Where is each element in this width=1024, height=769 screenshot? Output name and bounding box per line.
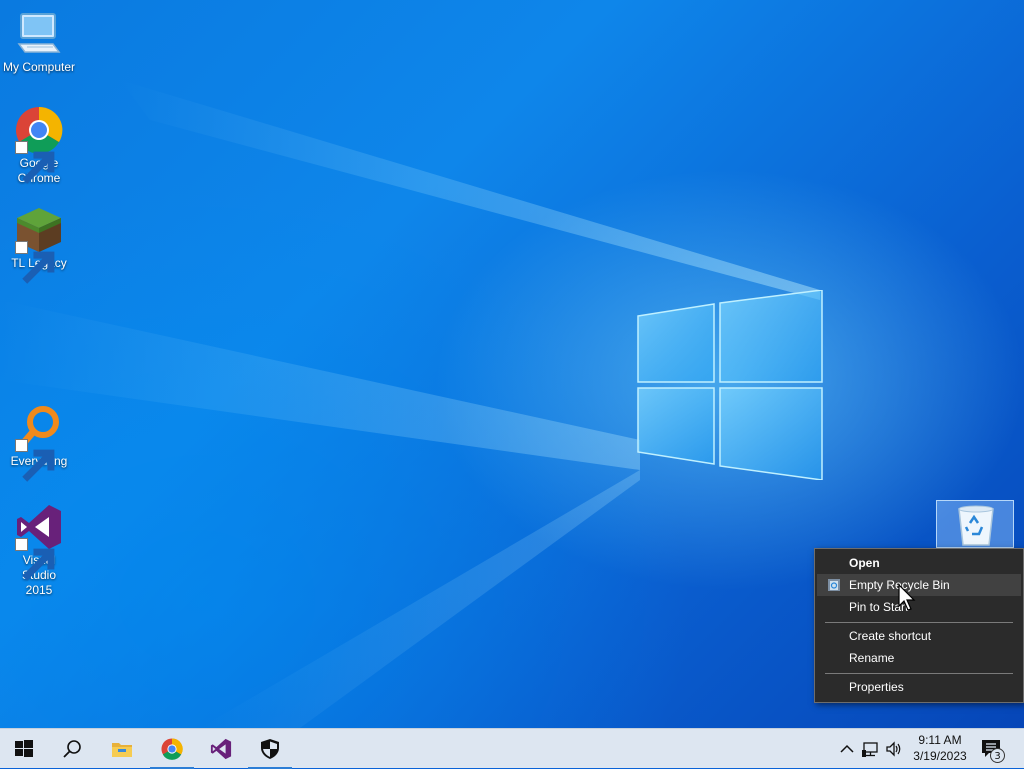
- chevron-up-icon[interactable]: [838, 740, 856, 758]
- desktop-icon-recycle-bin[interactable]: [936, 500, 1014, 548]
- desktop-icon-visual-studio-2015[interactable]: Visual Studio 2015: [0, 503, 78, 598]
- start-icon: [15, 740, 33, 757]
- recycle-bin-small-icon: [828, 579, 840, 591]
- menu-item-empty-recycle-bin[interactable]: Empty Recycle Bin: [817, 574, 1021, 596]
- menu-item-pin-to-start[interactable]: Pin to Start: [817, 596, 1021, 618]
- taskbar-visual-studio[interactable]: [197, 729, 245, 769]
- windows-logo-wallpaper: [637, 290, 823, 480]
- menu-separator: [825, 673, 1013, 674]
- desktop[interactable]: My Computer Google Chrome TL Legacy Ever…: [0, 0, 1024, 728]
- desktop-icon-tl-legacy[interactable]: TL Legacy: [0, 206, 78, 284]
- taskbar: 9:11 AM 3/19/2023 3: [0, 728, 1024, 769]
- taskbar-chrome[interactable]: [148, 729, 196, 769]
- shortcut-arrow-icon: [15, 141, 55, 184]
- menu-item-open[interactable]: Open: [817, 552, 1021, 574]
- menu-item-create-shortcut[interactable]: Create shortcut: [817, 625, 1021, 647]
- context-menu: Open Empty Recycle Bin Pin to Start Crea…: [814, 548, 1024, 703]
- taskbar-clock[interactable]: 9:11 AM 3/19/2023: [908, 732, 972, 764]
- network-icon[interactable]: [862, 740, 880, 758]
- desktop-icon-label: My Computer: [2, 60, 76, 74]
- shortcut-arrow-icon: [15, 241, 55, 284]
- menu-item-properties[interactable]: Properties: [817, 676, 1021, 698]
- search-button[interactable]: [48, 729, 96, 769]
- chrome-icon: [161, 738, 183, 760]
- shortcut-arrow-icon: [15, 538, 55, 581]
- file-explorer-icon: [112, 743, 132, 757]
- desktop-icon-google-chrome[interactable]: Google Chrome: [0, 106, 78, 186]
- desktop-icon-everything[interactable]: Everything: [0, 404, 78, 482]
- taskbar-file-explorer[interactable]: [98, 729, 146, 769]
- shortcut-arrow-icon: [15, 439, 55, 482]
- computer-icon: [17, 13, 61, 53]
- notification-count-badge: 3: [990, 748, 1005, 763]
- desktop-icon-my-computer[interactable]: My Computer: [0, 10, 78, 75]
- taskbar-security[interactable]: [246, 729, 294, 769]
- menu-item-rename[interactable]: Rename: [817, 647, 1021, 669]
- start-button[interactable]: [0, 729, 48, 769]
- volume-icon[interactable]: [885, 740, 903, 758]
- shield-icon: [261, 739, 279, 759]
- recycle-bin-icon: [958, 505, 994, 546]
- menu-separator: [825, 622, 1013, 623]
- mouse-cursor-icon: [898, 584, 916, 611]
- clock-time: 9:11 AM: [918, 733, 962, 747]
- clock-date: 3/19/2023: [913, 749, 967, 763]
- visual-studio-icon: [210, 738, 232, 760]
- search-icon: [63, 740, 81, 758]
